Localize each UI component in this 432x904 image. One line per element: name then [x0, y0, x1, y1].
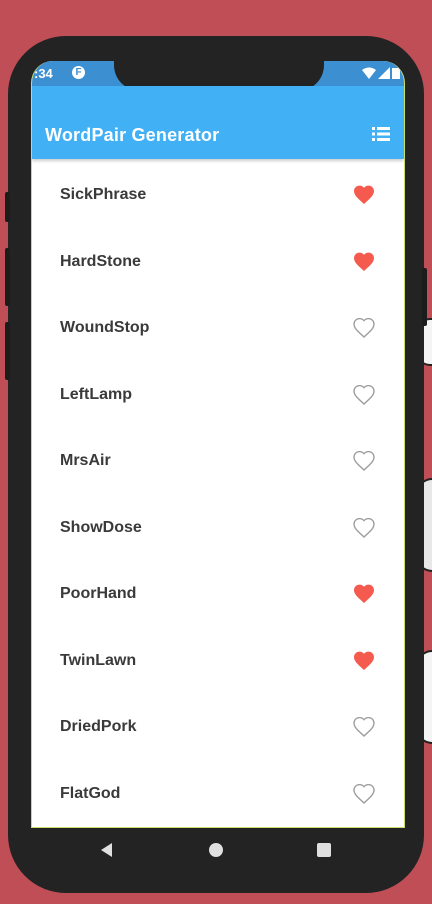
home-icon[interactable] — [206, 840, 226, 860]
word-pair-label: HardStone — [60, 252, 141, 270]
saved-list-button[interactable] — [370, 124, 392, 144]
word-pair-label: MrsAir — [60, 452, 111, 470]
favorite-border-icon[interactable] — [353, 318, 375, 339]
word-pair-label: SickPhrase — [60, 186, 147, 204]
word-pair-row[interactable]: HardStone — [32, 229, 404, 296]
recents-icon[interactable] — [314, 840, 334, 860]
word-pair-label: DriedPork — [60, 718, 137, 736]
word-pair-row[interactable]: LeftLamp — [32, 362, 404, 429]
signal-icon — [378, 67, 390, 79]
phone-side-button — [5, 192, 10, 222]
phone-side-button — [5, 322, 10, 380]
word-pair-row[interactable]: FlatGod — [32, 761, 404, 828]
word-pair-label: LeftLamp — [60, 385, 132, 403]
status-time: :34 — [34, 66, 53, 81]
status-icons — [362, 67, 400, 79]
word-pair-label: ShowDose — [60, 518, 142, 536]
phone-frame: :34 F WordPair Generator SickPhrase HardS… — [5, 36, 427, 893]
notification-app-icon: F — [72, 66, 85, 79]
app-title: WordPair Generator — [45, 125, 220, 145]
back-icon[interactable] — [98, 840, 118, 860]
word-pair-row[interactable]: SickPhrase — [32, 162, 404, 229]
word-pair-row[interactable]: ShowDose — [32, 495, 404, 562]
favorite-border-icon[interactable] — [353, 783, 375, 804]
word-pair-label: PoorHand — [60, 585, 137, 603]
favorite-border-icon[interactable] — [353, 517, 375, 538]
phone-side-button — [5, 248, 10, 306]
wifi-icon — [362, 67, 376, 79]
favorite-filled-icon[interactable] — [353, 252, 375, 272]
word-pair-row[interactable]: MrsAir — [32, 428, 404, 495]
favorite-border-icon[interactable] — [353, 717, 375, 738]
battery-icon — [392, 68, 400, 79]
app-bar: WordPair Generator — [32, 86, 404, 159]
word-pair-row[interactable]: DriedPork — [32, 694, 404, 761]
favorite-filled-icon[interactable] — [353, 185, 375, 205]
favorite-filled-icon[interactable] — [353, 584, 375, 604]
favorite-filled-icon[interactable] — [353, 651, 375, 671]
word-pair-row[interactable]: WoundStop — [32, 295, 404, 362]
app-screen: :34 F WordPair Generator SickPhrase HardS… — [31, 61, 405, 828]
system-nav-bar — [8, 830, 424, 880]
favorite-border-icon[interactable] — [353, 384, 375, 405]
favorite-border-icon[interactable] — [353, 451, 375, 472]
word-pair-row[interactable]: PoorHand — [32, 561, 404, 628]
word-pair-list: SickPhrase HardStone WoundStop LeftLamp MrsA… — [32, 162, 404, 827]
list-icon — [372, 127, 390, 141]
word-pair-label: FlatGod — [60, 784, 121, 802]
phone-side-button — [422, 268, 427, 326]
word-pair-label: TwinLawn — [60, 651, 137, 669]
word-pair-row[interactable]: TwinLawn — [32, 628, 404, 695]
word-pair-label: WoundStop — [60, 319, 150, 337]
